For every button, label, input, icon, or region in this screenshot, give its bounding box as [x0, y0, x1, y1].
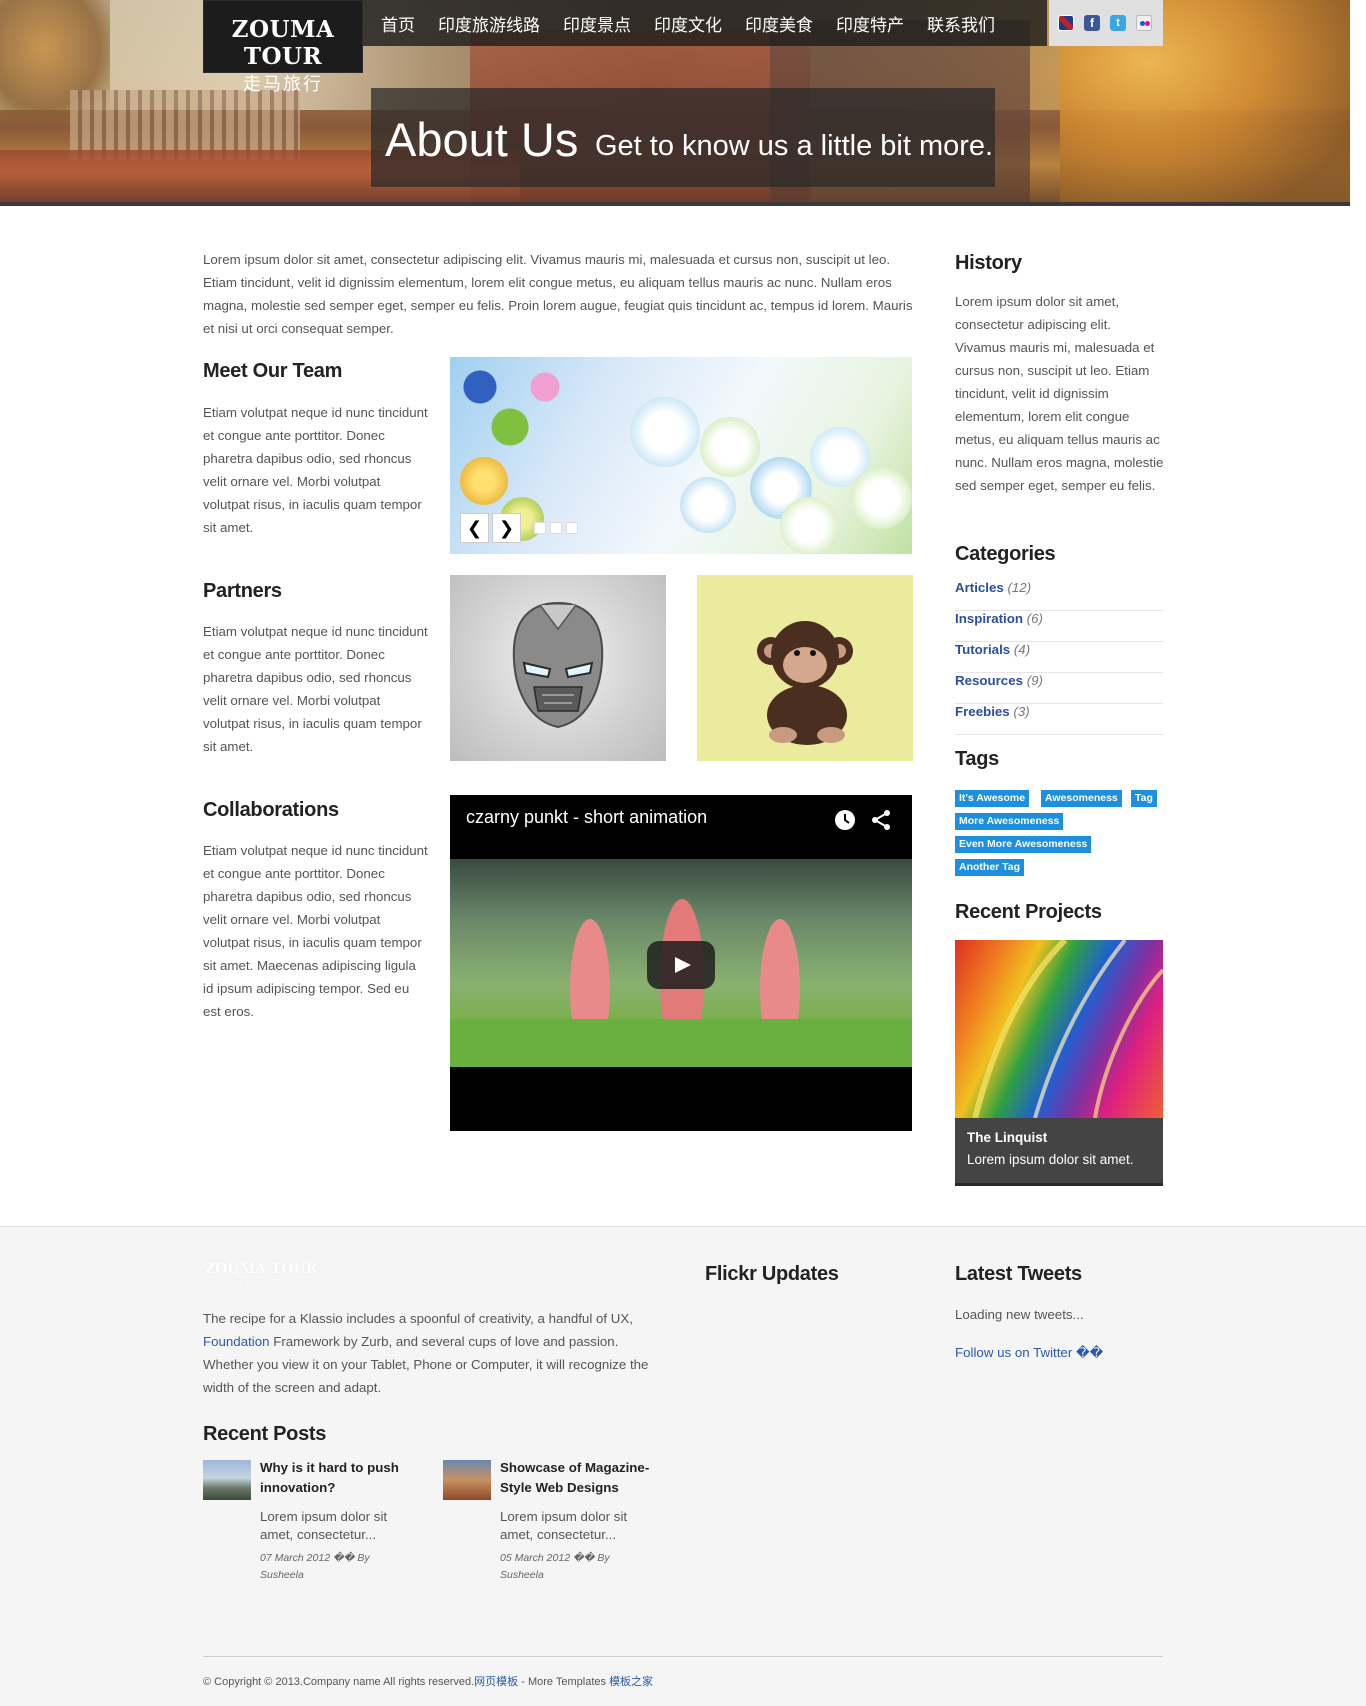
partner-logo-ironman[interactable]: [450, 575, 666, 761]
partners-heading: Partners: [203, 580, 282, 602]
post-thumbnail[interactable]: [443, 1460, 491, 1500]
project-card[interactable]: The Linquist Lorem ipsum dolor sit amet.: [955, 940, 1163, 1186]
tag-link[interactable]: It's Awesome: [955, 790, 1030, 807]
nav-item-contact[interactable]: 联系我们: [927, 11, 995, 36]
tag-link[interactable]: Tag: [1131, 790, 1157, 807]
category-link[interactable]: Freebies: [955, 704, 1010, 719]
category-link[interactable]: Articles: [955, 580, 1004, 595]
category-item[interactable]: Articles (12): [955, 580, 1163, 611]
foundation-link[interactable]: Foundation: [203, 1334, 270, 1349]
category-item[interactable]: Inspiration (6): [955, 611, 1163, 642]
category-link[interactable]: Tutorials: [955, 642, 1010, 657]
nav-item-home[interactable]: 首页: [381, 11, 415, 36]
category-link[interactable]: Resources: [955, 673, 1023, 688]
social-links: f t: [1049, 0, 1163, 46]
category-count: (12): [1007, 580, 1032, 595]
play-icon: [675, 957, 691, 973]
post-excerpt: Lorem ipsum dolor sit amet, consectetur.…: [260, 1509, 388, 1542]
slider-dot[interactable]: [534, 522, 546, 534]
tag-link[interactable]: More Awesomeness: [955, 813, 1064, 830]
footer-logo-cn: 走马旅行: [225, 1279, 262, 1289]
categories-heading: Categories: [955, 543, 1056, 565]
video-title[interactable]: czarny punkt - short animation: [466, 807, 707, 828]
category-count: (6): [1026, 611, 1043, 626]
follow-twitter-link[interactable]: Follow us on Twitter ��: [955, 1345, 1103, 1361]
flickr-icon[interactable]: [1136, 15, 1152, 31]
twitter-icon[interactable]: t: [1110, 15, 1126, 31]
category-count: (9): [1026, 673, 1043, 688]
team-text: Etiam volutpat neque id nunc tincidunt e…: [203, 405, 428, 535]
category-count: (4): [1013, 642, 1031, 657]
partners-text: Etiam volutpat neque id nunc tincidunt e…: [203, 624, 428, 754]
recent-posts-heading: Recent Posts: [203, 1423, 327, 1445]
post-title[interactable]: Showcase of Magazine-Style Web Designs: [500, 1458, 650, 1498]
tweets-loading-text: Loading new tweets...: [955, 1307, 1084, 1322]
nav-item-attractions[interactable]: 印度景点: [563, 11, 631, 36]
category-item[interactable]: Freebies (3): [955, 704, 1163, 735]
tag-link[interactable]: Awesomeness: [1041, 790, 1122, 807]
intro-paragraph: Lorem ipsum dolor sit amet, consectetur …: [203, 252, 913, 336]
post-title[interactable]: Why is it hard to push innovation?: [260, 1458, 410, 1498]
watch-later-icon[interactable]: [834, 809, 856, 831]
nav-item-specialties[interactable]: 印度特产: [836, 11, 904, 36]
slider-prev-button[interactable]: ❮: [460, 513, 489, 543]
category-count: (3): [1013, 704, 1030, 719]
slider-next-button[interactable]: ❯: [492, 513, 521, 543]
site-logo[interactable]: ZOUMA TOUR 走马旅行: [203, 0, 363, 95]
footer-about-text: The recipe for a Klassio includes a spoo…: [203, 1311, 649, 1395]
monkey-toy-icon: [757, 621, 853, 745]
partner-logo-monkey[interactable]: [697, 575, 913, 761]
video-player[interactable]: czarny punkt - short animation: [450, 795, 912, 1131]
slider-dot[interactable]: [550, 522, 562, 534]
share-icon[interactable]: [870, 809, 892, 831]
collaborations-text: Etiam volutpat neque id nunc tincidunt e…: [203, 843, 428, 1019]
page-title: About Us: [385, 113, 579, 166]
tag-link[interactable]: Another Tag: [955, 859, 1025, 876]
collaborations-heading: Collaborations: [203, 799, 339, 821]
nav-item-food[interactable]: 印度美食: [745, 11, 813, 36]
post-excerpt: Lorem ipsum dolor sit amet, consectetur.…: [500, 1509, 628, 1542]
team-heading: Meet Our Team: [203, 360, 343, 382]
page-title-banner: About Us Get to know us a little bit mor…: [371, 88, 995, 187]
facebook-icon[interactable]: f: [1084, 15, 1100, 31]
templates-home-link[interactable]: 模板之家: [609, 1676, 653, 1688]
post-meta: 05 March 2012 �� By Susheela: [500, 1552, 610, 1581]
logo-text-en: ZOUMA TOUR: [231, 16, 335, 70]
project-description: Lorem ipsum dolor sit amet.: [967, 1152, 1134, 1167]
category-item[interactable]: Resources (9): [955, 673, 1163, 704]
team-image-slider: ❮ ❯: [450, 357, 912, 554]
post-meta: 07 March 2012 �� By Susheela: [260, 1552, 370, 1581]
project-caption: The Linquist Lorem ipsum dolor sit amet.: [955, 1118, 1163, 1186]
footer-divider: [203, 1656, 1163, 1657]
copyright: © Copyright © 2013.Company name All righ…: [203, 1676, 654, 1688]
tag-link[interactable]: Even More Awesomeness: [955, 836, 1092, 853]
post-thumbnail[interactable]: [203, 1460, 251, 1500]
tweets-heading: Latest Tweets: [955, 1263, 1082, 1285]
ironman-helmet-icon: [512, 601, 604, 729]
slider-dot[interactable]: [566, 522, 578, 534]
logo-text-cn: 走马旅行: [243, 74, 323, 95]
tags-heading: Tags: [955, 748, 999, 770]
page-subtitle: Get to know us a little bit more.: [595, 130, 994, 162]
nav-item-tour-routes[interactable]: 印度旅游线路: [438, 11, 540, 36]
templates-link[interactable]: 网页模板: [474, 1676, 518, 1688]
main-nav: 首页 印度旅游线路 印度景点 印度文化 印度美食 印度特产 联系我们: [363, 0, 1047, 46]
category-link[interactable]: Inspiration: [955, 611, 1023, 626]
video-play-button[interactable]: [647, 941, 715, 989]
uk-flag-icon[interactable]: [1058, 15, 1074, 31]
flickr-heading: Flickr Updates: [705, 1263, 839, 1285]
nav-item-culture[interactable]: 印度文化: [654, 11, 722, 36]
project-image[interactable]: [955, 940, 1163, 1119]
header-banner: ZOUMA TOUR 走马旅行 首页 印度旅游线路 印度景点 印度文化 印度美食…: [0, 0, 1350, 206]
recent-projects-heading: Recent Projects: [955, 901, 1102, 923]
footer-logo[interactable]: ZOUMA TOUR: [205, 1261, 317, 1277]
category-item[interactable]: Tutorials (4): [955, 642, 1163, 673]
history-text: Lorem ipsum dolor sit amet, consectetur …: [955, 294, 1164, 493]
project-title[interactable]: The Linquist: [967, 1130, 1151, 1145]
history-heading: History: [955, 252, 1022, 274]
